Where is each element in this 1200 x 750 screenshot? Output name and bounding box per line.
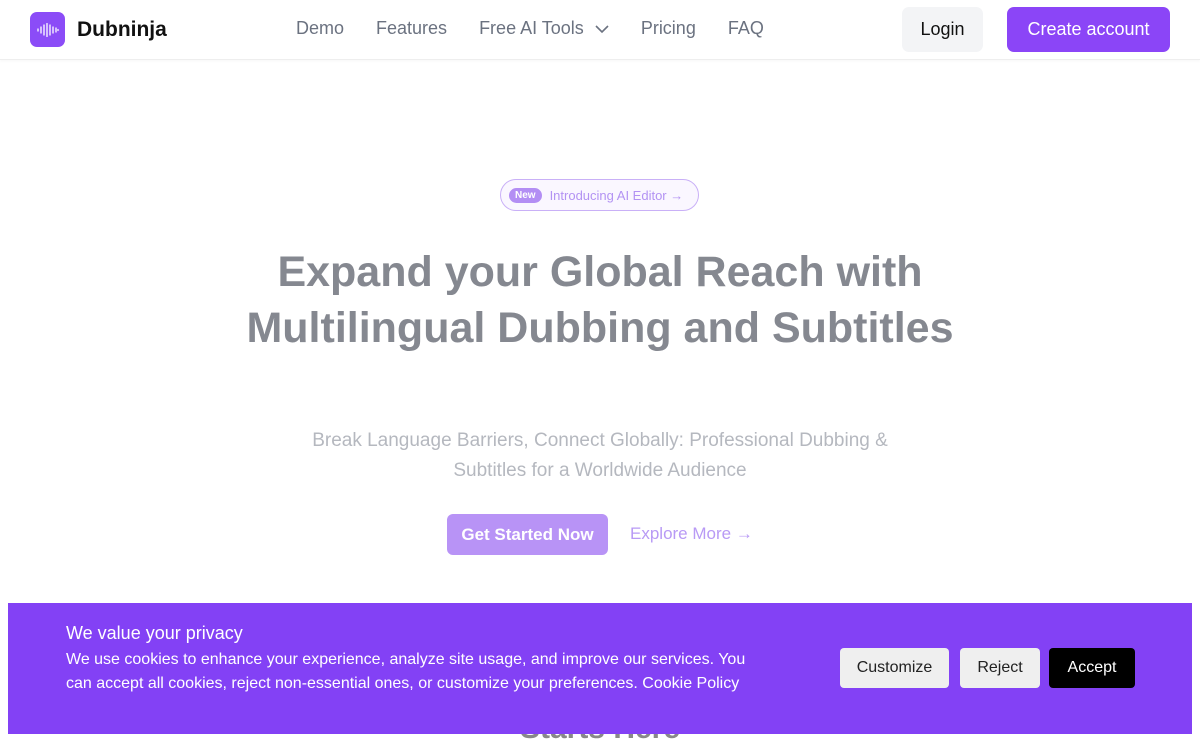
- brand-name[interactable]: Dubninja: [77, 18, 167, 42]
- reject-button[interactable]: Reject: [960, 648, 1040, 688]
- nav-faq[interactable]: FAQ: [728, 18, 764, 39]
- cookie-body: We use cookies to enhance your experienc…: [66, 651, 746, 692]
- chevron-down-icon: [595, 25, 609, 34]
- cookie-banner: We value your privacy We use cookies to …: [8, 603, 1192, 734]
- announcement-pill[interactable]: New Introducing AI Editor →: [500, 179, 699, 211]
- nav-features[interactable]: Features: [376, 18, 447, 39]
- hero-subtitle: Break Language Barriers, Connect Globall…: [312, 430, 888, 481]
- nav-free-ai-tools-label: Free AI Tools: [479, 18, 584, 38]
- customize-button[interactable]: Customize: [840, 648, 949, 688]
- hero-title: Expand your Global Reach with Multilingu…: [246, 248, 954, 352]
- announcement-text: Introducing AI Editor →: [549, 187, 684, 203]
- nav-pricing[interactable]: Pricing: [641, 18, 696, 39]
- new-badge: New: [509, 187, 542, 203]
- accept-button[interactable]: Accept: [1049, 648, 1135, 688]
- nav-links: Demo Features Free AI Tools Pricing FAQ: [296, 18, 764, 39]
- navbar: Dubninja Demo Features Free AI Tools Pri…: [0, 0, 1200, 60]
- cookie-title: We value your privacy: [66, 623, 243, 643]
- explore-more-link[interactable]: Explore More →: [630, 524, 753, 544]
- nav-free-ai-tools[interactable]: Free AI Tools: [479, 18, 609, 39]
- get-started-button[interactable]: Get Started Now: [447, 514, 608, 555]
- nav-demo[interactable]: Demo: [296, 18, 344, 39]
- create-account-button[interactable]: Create account: [1007, 7, 1170, 52]
- login-button[interactable]: Login: [902, 7, 983, 52]
- logo-waveform-icon[interactable]: [30, 12, 65, 47]
